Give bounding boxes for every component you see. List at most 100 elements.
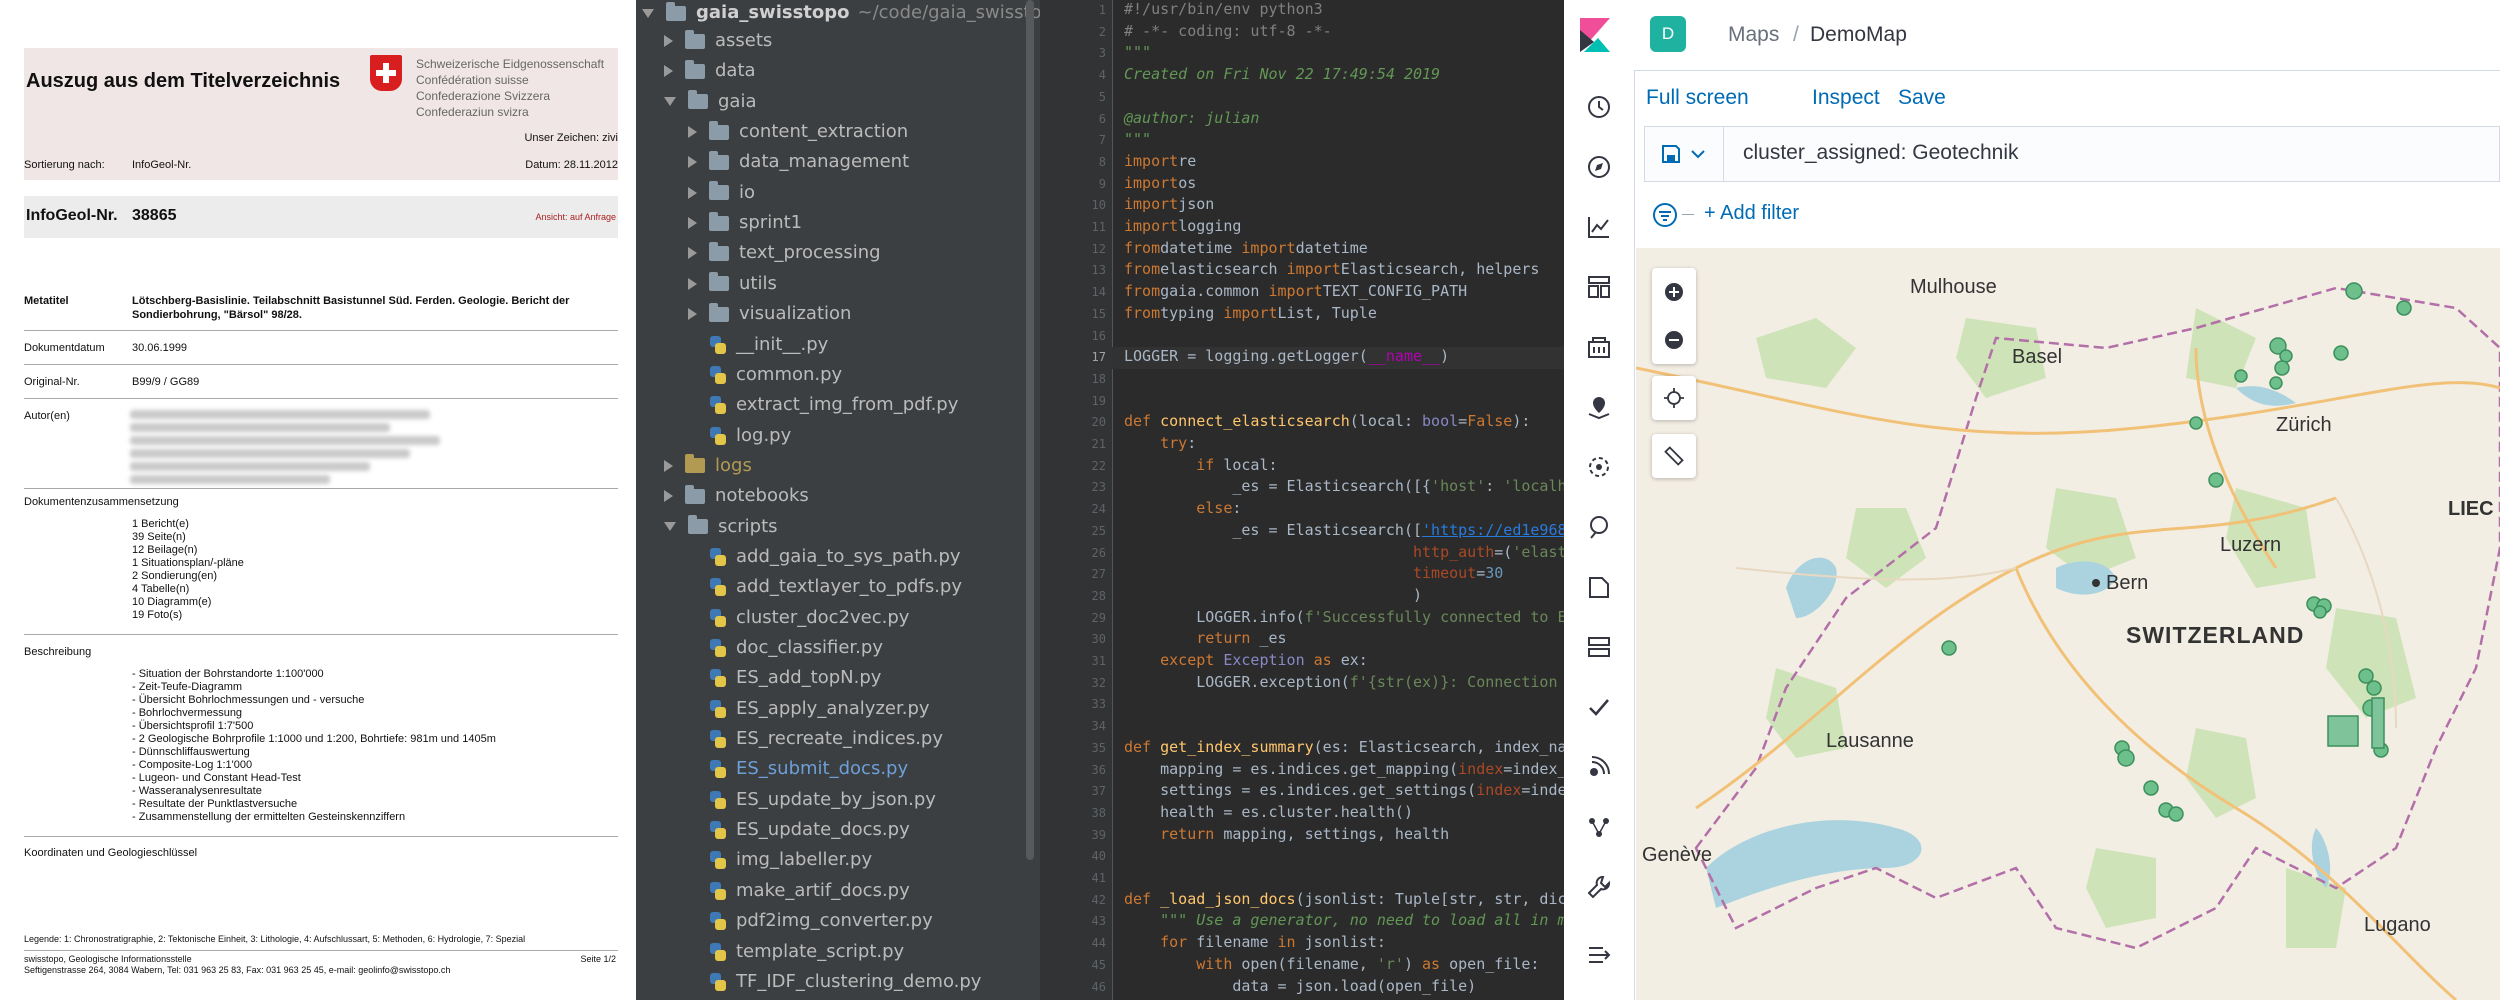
space-avatar[interactable]: D (1650, 16, 1686, 52)
dashboard-icon[interactable] (1586, 274, 1612, 300)
zoom-in-icon[interactable] (1664, 282, 1684, 302)
chevron-right-icon[interactable] (688, 126, 697, 139)
tree-root[interactable]: gaia_swisstopo ~/code/gaia_swisstopo (642, 0, 1040, 28)
chevron-right-icon[interactable] (688, 186, 697, 199)
chevron-down-icon[interactable] (664, 522, 676, 532)
line-number: 3 (1098, 46, 1106, 61)
siem-icon[interactable] (1586, 514, 1612, 540)
tree-folder-item[interactable]: gaia (664, 87, 757, 117)
tree-file-item[interactable]: ES_recreate_indices.py (710, 724, 943, 754)
ml-icon[interactable] (1586, 454, 1612, 480)
chevron-down-icon[interactable] (642, 8, 654, 18)
tree-file-item[interactable]: TF_IDF_clustering_demo.py (710, 967, 981, 997)
kibana-header: D Maps / DemoMap (1564, 0, 2500, 71)
chevron-right-icon[interactable] (688, 277, 697, 290)
saved-query-button[interactable] (1645, 127, 1724, 181)
chevron-right-icon[interactable] (664, 65, 673, 78)
query-bar[interactable]: cluster_assigned: Geotechnik (1644, 126, 2500, 182)
chevron-right-icon[interactable] (664, 35, 673, 47)
tree-file-item[interactable]: add_gaia_to_sys_path.py (710, 542, 961, 572)
discover-compass-icon[interactable] (1586, 154, 1612, 180)
save-link[interactable]: Save (1898, 86, 1946, 110)
chevron-right-icon[interactable] (688, 156, 697, 169)
chevron-right-icon[interactable] (688, 308, 697, 321)
canvas-icon[interactable] (1586, 334, 1612, 360)
dev-tools-wrench-icon[interactable] (1586, 874, 1612, 900)
tree-folder-item[interactable]: visualization (688, 299, 851, 329)
list-item: - Wasseranalysenresultate (132, 785, 262, 797)
tree-file-item[interactable]: template_script.py (710, 937, 904, 967)
kibana-logo-icon[interactable] (1580, 18, 1610, 52)
tree-file-item[interactable]: ES_apply_analyzer.py (710, 694, 930, 724)
chevron-down-icon[interactable] (664, 97, 676, 107)
code-line: fromtyping importList, Tuple (1124, 304, 1377, 322)
graph-icon[interactable] (1586, 814, 1612, 840)
map-canvas[interactable]: Mulhouse Basel Zürich Luzern Bern SWITZE… (1636, 248, 2500, 1000)
tree-file-item[interactable]: doc_classifier.py (710, 633, 883, 663)
tree-file-item[interactable]: common.py (710, 360, 842, 390)
apm-icon[interactable] (1586, 754, 1612, 780)
tree-folder-item[interactable]: sprint1 (688, 208, 802, 238)
locate-control[interactable] (1652, 376, 1696, 420)
measure-control[interactable] (1652, 434, 1696, 478)
chevron-right-icon[interactable] (664, 459, 673, 472)
recent-clock-icon[interactable] (1586, 94, 1612, 120)
tree-scrollbar[interactable] (1026, 0, 1034, 860)
add-filter-button[interactable]: + Add filter (1704, 202, 1799, 225)
tree-file-item[interactable]: ES_update_by_json.py (710, 785, 936, 815)
tree-item-label: text_processing (739, 242, 881, 264)
python-file-icon (710, 760, 726, 779)
tree-file-item[interactable]: extract_img_from_pdf.py (710, 390, 958, 420)
inspect-link[interactable]: Inspect (1812, 86, 1880, 110)
tree-folder-item[interactable]: text_processing (688, 238, 881, 268)
tree-folder-item[interactable]: content_extraction (688, 117, 908, 147)
tree-file-item[interactable]: log.py (710, 421, 791, 451)
tree-file-item[interactable]: add_textlayer_to_pdfs.py (710, 572, 962, 602)
tree-folder-item[interactable]: scripts (664, 512, 778, 542)
query-input[interactable]: cluster_assigned: Geotechnik (1743, 141, 2019, 165)
folder-icon (709, 272, 729, 292)
swiss-crest-logo (370, 55, 402, 91)
tree-file-item[interactable]: pdf2img_converter.py (710, 906, 933, 936)
tree-file-item[interactable]: ES_add_topN.py (710, 663, 881, 693)
tree-folder-item[interactable]: data_management (688, 147, 909, 177)
zoom-out-icon[interactable] (1664, 330, 1684, 350)
tree-file-item[interactable]: img_labeller.py (710, 845, 872, 875)
chevron-right-icon[interactable] (664, 490, 673, 503)
full-screen-link[interactable]: Full screen (1646, 86, 1749, 110)
tree-file-item[interactable]: ES_submit_docs.py (710, 754, 908, 784)
tree-file-item[interactable]: ES_update_docs.py (710, 815, 910, 845)
tree-folder-item[interactable]: io (688, 178, 755, 208)
tree-file-item[interactable]: __init__.py (710, 330, 828, 360)
code-token: import (1286, 260, 1341, 279)
code-line: importjson (1124, 195, 1214, 213)
filter-options-icon[interactable] (1652, 202, 1678, 228)
code-line: LOGGER.exception(f'{str(ex)}: Connection… (1124, 673, 1564, 691)
chevron-right-icon[interactable] (688, 217, 697, 230)
tree-folder-item[interactable]: data (664, 56, 756, 86)
code-token: ) (1440, 347, 1450, 366)
tree-folder-item[interactable]: assets (664, 26, 772, 56)
code-token: from (1124, 238, 1161, 257)
tree-file-item[interactable]: make_artif_docs.py (710, 876, 910, 906)
code-token: as (1313, 651, 1332, 669)
infrastructure-icon[interactable] (1586, 634, 1612, 660)
tree-folder-item[interactable]: utils (688, 269, 777, 299)
code-line: importlogging (1124, 217, 1241, 235)
maps-icon[interactable] (1586, 394, 1612, 420)
code-editor[interactable]: 1 #!/usr/bin/env python3 2 # -*- coding: ut… (1040, 0, 1564, 1000)
logs-icon[interactable] (1586, 574, 1612, 600)
breadcrumb-maps[interactable]: Maps (1728, 23, 1779, 47)
tree-folder-item[interactable]: logs (664, 451, 752, 481)
visualize-chart-icon[interactable] (1586, 214, 1612, 240)
code-token: (es: Elasticsearch, index_name: (1313, 737, 1564, 756)
chevron-right-icon[interactable] (688, 247, 697, 260)
uptime-icon[interactable] (1586, 694, 1612, 720)
tree-file-item[interactable]: cluster_doc2vec.py (710, 603, 909, 633)
tree-folder-item[interactable]: notebooks (664, 481, 809, 511)
collapse-menu-icon[interactable] (1586, 942, 1612, 968)
zoom-controls (1652, 268, 1696, 364)
